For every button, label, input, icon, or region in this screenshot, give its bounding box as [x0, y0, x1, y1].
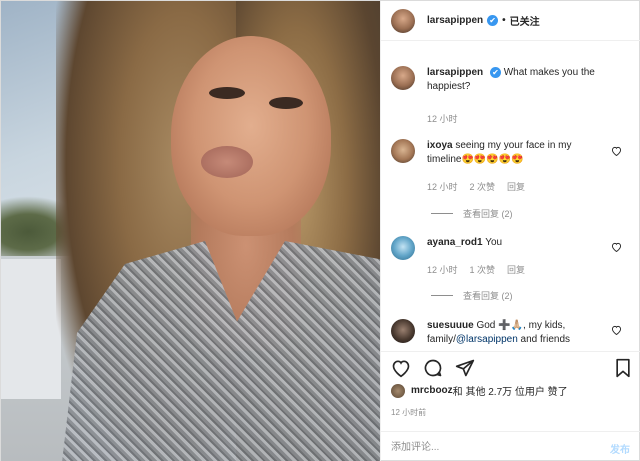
- bookmark-icon[interactable]: [613, 358, 633, 378]
- view-replies-label[interactable]: 查看回复 (2): [463, 289, 513, 302]
- commenter-avatar[interactable]: [391, 139, 415, 163]
- comment-body: ixoya seeing my your face in my timeline…: [427, 139, 597, 167]
- view-replies-button[interactable]: 查看回复 (2): [431, 289, 513, 302]
- post-modal: larsapippen ✔ • 已关注 larsapippen ✔ What m…: [0, 0, 640, 461]
- verified-badge-icon: ✔: [489, 66, 501, 78]
- follow-button[interactable]: 已关注: [510, 13, 540, 28]
- post-timestamp[interactable]: 12 小时前: [391, 407, 426, 418]
- photo-face: [171, 36, 331, 236]
- reply-button[interactable]: 回复: [507, 263, 525, 276]
- caption-body: larsapippen ✔ What makes you the happies…: [427, 66, 626, 94]
- replies-divider: [431, 213, 453, 214]
- photo-wall: [1, 259, 61, 399]
- photo-lips: [201, 146, 253, 178]
- verified-badge-icon: ✔: [487, 15, 499, 26]
- heart-icon[interactable]: [391, 358, 411, 378]
- photo-eye-left: [209, 87, 245, 99]
- add-comment-bar: 发布: [381, 431, 640, 461]
- liker-username[interactable]: mrcbooz: [411, 385, 453, 396]
- commenter-username[interactable]: ixoya: [427, 140, 453, 151]
- comment-text-tail: and friends: [517, 334, 571, 345]
- likes-summary: mrcbooz 和 其他 2.7万 位用户 赞了: [391, 383, 568, 398]
- heart-icon[interactable]: [611, 242, 622, 252]
- commenter-username[interactable]: ayana_rod1: [427, 237, 483, 248]
- author-username[interactable]: larsapippen: [427, 15, 483, 26]
- commenter-avatar[interactable]: [391, 236, 415, 260]
- reply-button[interactable]: 回复: [507, 180, 525, 193]
- post-photo[interactable]: [1, 1, 380, 461]
- header-separator: •: [502, 15, 506, 26]
- view-replies-button[interactable]: 查看回复 (2): [431, 207, 513, 220]
- replies-divider: [431, 295, 453, 296]
- comment-like-count[interactable]: 2 次赞: [470, 180, 496, 193]
- photo-eye-right: [269, 97, 303, 109]
- comment-icon[interactable]: [423, 358, 443, 378]
- caption: larsapippen ✔ What makes you the happies…: [391, 66, 626, 94]
- post-comment-button[interactable]: 发布: [610, 441, 630, 456]
- comment-meta: 12 小时 2 次赞 回复: [427, 180, 525, 193]
- comment-item: ixoya seeing my your face in my timeline…: [391, 139, 626, 167]
- comment-body: suesuuue God ➕🙏🏼, my kids, family/@larsa…: [427, 319, 602, 345]
- author-avatar[interactable]: [391, 8, 415, 33]
- comment-time[interactable]: 12 小时: [427, 263, 458, 276]
- commenter-avatar[interactable]: [391, 319, 415, 343]
- heart-icon[interactable]: [611, 325, 622, 335]
- comment-time[interactable]: 12 小时: [427, 180, 458, 193]
- caption-avatar[interactable]: [391, 66, 415, 90]
- comment-item: suesuuue God ➕🙏🏼, my kids, family/@larsa…: [391, 319, 626, 345]
- comments-list[interactable]: larsapippen ✔ What makes you the happies…: [381, 42, 640, 345]
- comment-like-count[interactable]: 1 次赞: [470, 263, 496, 276]
- comment-text: You: [485, 237, 503, 248]
- caption-username[interactable]: larsapippen: [427, 67, 483, 78]
- post-side-panel: larsapippen ✔ • 已关注 larsapippen ✔ What m…: [380, 1, 640, 461]
- mention-link[interactable]: @larsapippen: [456, 334, 518, 345]
- commenter-username[interactable]: suesuuue: [427, 320, 474, 331]
- post-header: larsapippen ✔ • 已关注: [381, 1, 640, 41]
- comment-body: ayana_rod1 You: [427, 236, 502, 260]
- comment-item: ayana_rod1 You: [391, 236, 626, 260]
- share-icon[interactable]: [455, 358, 475, 378]
- caption-meta: 12 小时: [427, 112, 458, 125]
- caption-time[interactable]: 12 小时: [427, 112, 458, 125]
- comment-input[interactable]: [391, 439, 591, 455]
- action-bar: [381, 351, 640, 379]
- view-replies-label[interactable]: 查看回复 (2): [463, 207, 513, 220]
- likes-text[interactable]: 和 其他 2.7万 位用户 赞了: [453, 383, 568, 398]
- heart-icon[interactable]: [611, 146, 622, 156]
- comment-meta: 12 小时 1 次赞 回复: [427, 263, 525, 276]
- liker-avatar[interactable]: [391, 383, 405, 398]
